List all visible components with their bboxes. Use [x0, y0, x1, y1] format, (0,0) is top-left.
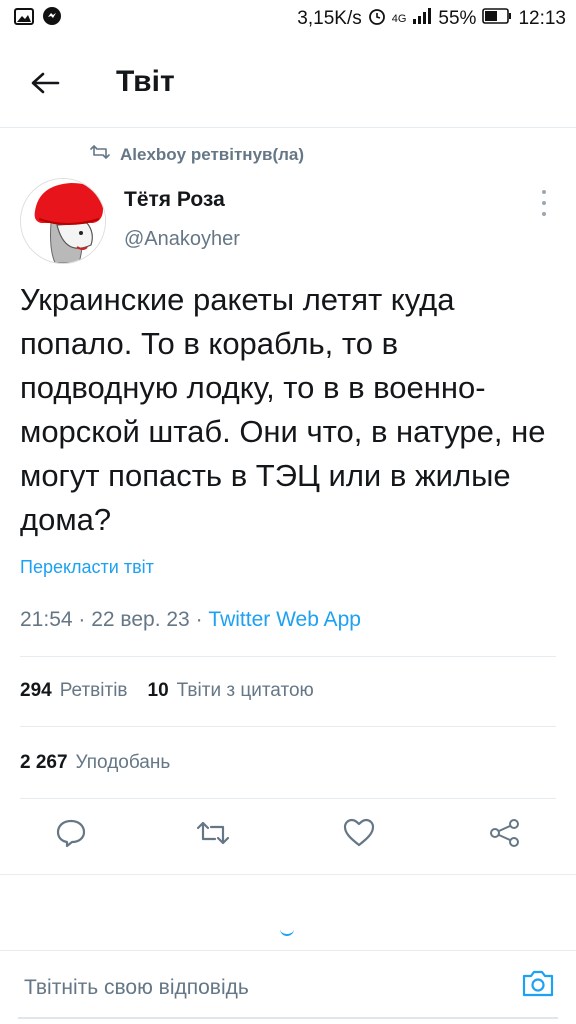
retweets-count: 294 [20, 680, 52, 701]
heart-icon [342, 818, 376, 853]
share-button[interactable] [488, 818, 522, 852]
like-stats[interactable]: 2 267 Уподобань [20, 752, 170, 774]
messenger-icon [42, 6, 62, 32]
battery-level: 55% [438, 8, 477, 29]
more-dot-icon [542, 190, 546, 194]
reply-icon [55, 818, 87, 853]
divider [20, 798, 556, 799]
reply-underline [18, 1017, 558, 1019]
retweets-stat[interactable]: 294 Ретвітів [20, 680, 128, 702]
divider [20, 656, 556, 657]
translate-tweet-link[interactable]: Перекласти твіт [20, 557, 154, 578]
more-dot-icon [542, 201, 546, 205]
meta-separator: · [78, 608, 92, 631]
tweet-meta: 21:54 · 22 вер. 23 · Twitter Web App [20, 608, 361, 632]
author-name[interactable]: Тётя Роза [124, 188, 225, 212]
alarm-icon [368, 7, 386, 31]
divider [0, 874, 576, 875]
avatar[interactable] [20, 178, 106, 264]
tweet-actions [0, 800, 576, 872]
tweet-time: 21:54 [20, 608, 73, 631]
back-button[interactable] [26, 66, 64, 104]
quotes-label: Твіти з цитатою [176, 680, 314, 701]
status-bar: 3,15K/s 4G 55% 12:13 [0, 0, 576, 38]
signal-icon [412, 8, 432, 30]
retweet-context-label: Alexboy ретвітнув(ла) [120, 144, 305, 164]
top-header: Твіт [0, 38, 576, 128]
status-left [14, 6, 62, 32]
quotes-count: 10 [147, 680, 169, 701]
more-dot-icon [542, 212, 546, 216]
retweet-icon [90, 144, 110, 165]
arrow-left-icon [30, 71, 60, 100]
tweet-text: Украинские ракеты летят куда попало. То … [20, 282, 546, 537]
network-type: 4G [391, 13, 407, 25]
share-icon [489, 818, 521, 853]
image-icon [14, 7, 34, 31]
reply-bar [0, 950, 576, 1024]
tweet-source-app[interactable]: Twitter Web App [208, 608, 361, 631]
quotes-stat[interactable]: 10 Твіти з цитатою [148, 680, 314, 702]
retweet-stats: 294 Ретвітів 10 Твіти з цитатою [20, 680, 314, 702]
loading-spinner [280, 928, 294, 936]
camera-button[interactable] [520, 967, 556, 1003]
more-options-button[interactable] [536, 190, 552, 216]
page-title: Твіт [116, 65, 175, 98]
divider [20, 726, 556, 727]
retweet-context[interactable]: Alexboy ретвітнув(ла) [90, 144, 304, 165]
meta-separator: · [195, 608, 209, 631]
camera-icon [521, 968, 555, 1003]
author-handle[interactable]: @Anakoyher [124, 228, 240, 251]
likes-count: 2 267 [20, 752, 68, 773]
reply-input[interactable] [0, 951, 500, 1024]
retweets-label: Ретвітів [59, 680, 128, 701]
network-speed: 3,15K/s [297, 8, 362, 29]
status-right: 3,15K/s 4G 55% 12:13 [297, 7, 566, 31]
tweet-date: 22 вер. 23 [91, 608, 190, 631]
retweet-icon [195, 819, 231, 852]
likes-label: Уподобань [75, 752, 171, 773]
retweet-button[interactable] [196, 818, 230, 852]
battery-icon [482, 8, 512, 30]
clock: 12:13 [518, 8, 566, 29]
like-button[interactable] [342, 818, 376, 852]
reply-button[interactable] [54, 818, 88, 852]
